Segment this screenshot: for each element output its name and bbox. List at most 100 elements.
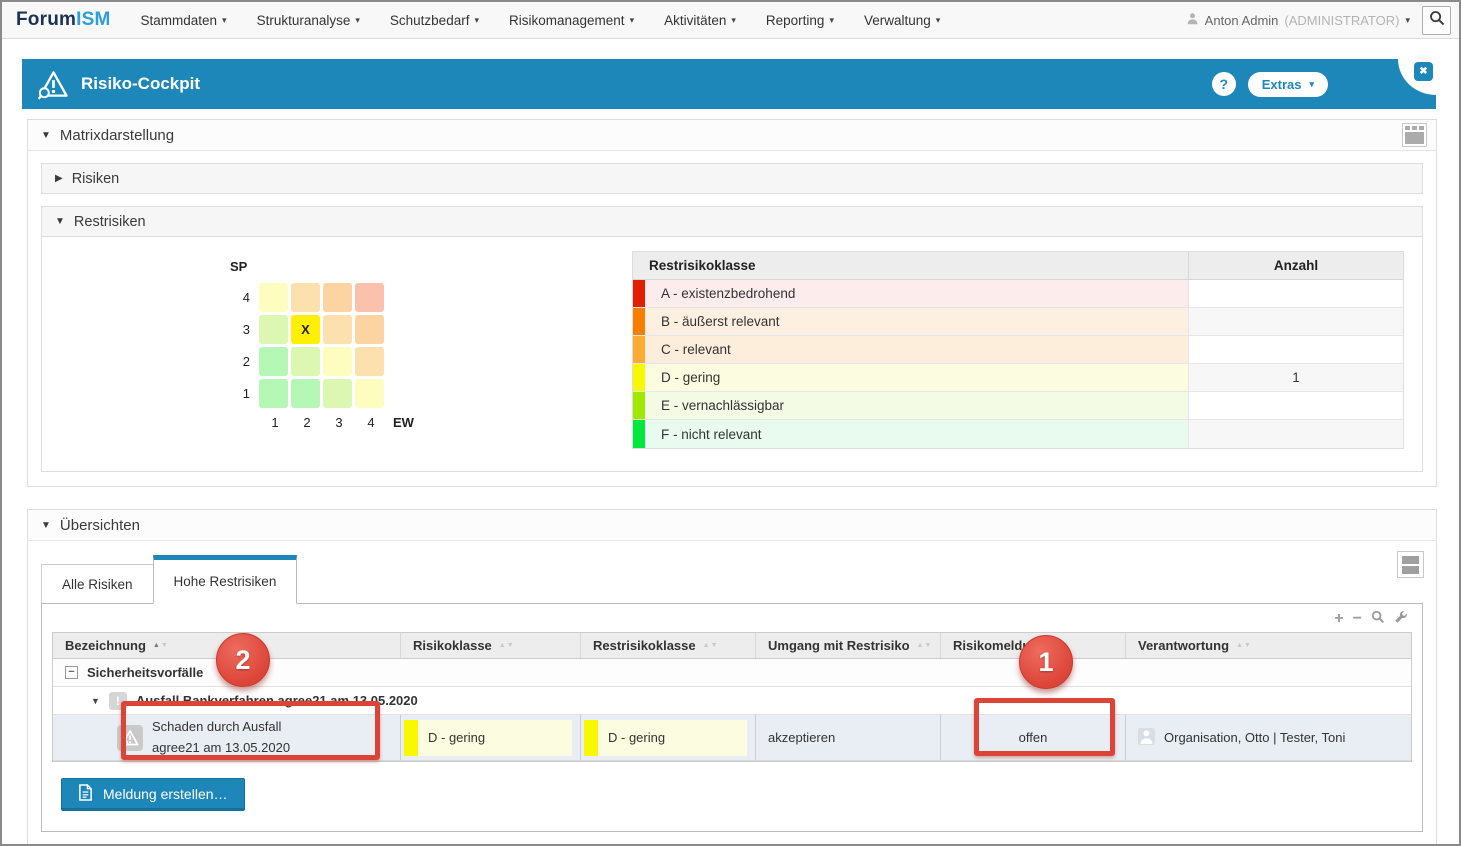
sort-up-icon: ▲ <box>499 642 506 649</box>
column-header-risikoklasse[interactable]: Risikoklasse ▲▼ <box>401 633 581 658</box>
riskclass-row: E - vernachlässigbar <box>633 392 1403 420</box>
matrix-row: 2 <box>230 347 414 376</box>
matrixdarstellung-section-header[interactable]: ▼ Matrixdarstellung <box>28 120 1436 151</box>
riskclass-label: A - existenzbedrohend <box>645 280 1188 307</box>
collapse-group-icon[interactable]: − <box>65 666 78 679</box>
expand-all-button[interactable]: + <box>1334 611 1343 627</box>
close-button[interactable]: ✖ <box>1414 62 1433 81</box>
search-button[interactable] <box>1422 6 1451 35</box>
matrix-cell <box>323 347 352 376</box>
menu-label: Aktivitäten <box>664 13 726 28</box>
column-header-umgang[interactable]: Umgang mit Restrisiko ▲▼ <box>756 633 941 658</box>
subpanel-title: Restrisiken <box>74 214 146 230</box>
column-header-verantwortung[interactable]: Verantwortung ▲▼ <box>1126 633 1411 658</box>
residual-risk-class-label: D - gering <box>598 720 747 756</box>
restrisiken-body: SP 4 3 X <box>42 236 1422 471</box>
table-search-button[interactable] <box>1371 610 1385 628</box>
chevron-down-icon: ▾ <box>1309 79 1314 90</box>
list-view-button[interactable] <box>1397 551 1424 578</box>
matrix-row: 3 X <box>230 315 414 344</box>
list-view-icon <box>1402 556 1419 564</box>
chevron-down-icon: ▾ <box>829 15 834 26</box>
menu-label: Schutzbedarf <box>390 13 470 28</box>
create-report-label: Meldung erstellen… <box>103 786 228 802</box>
user-menu[interactable]: Anton Admin (ADMINISTRATOR) ▾ <box>1186 11 1410 29</box>
app-logo[interactable]: ForumISM <box>16 9 111 31</box>
column-label: Verantwortung <box>1138 638 1229 653</box>
riskclass-row: C - relevant <box>633 336 1403 364</box>
menu-item-schutzbedarf[interactable]: Schutzbedarf▾ <box>390 13 479 28</box>
matrix-cell <box>291 283 320 312</box>
matrix-row-label: 2 <box>230 354 250 369</box>
matrix-cell <box>291 347 320 376</box>
sort-down-icon: ▼ <box>507 642 514 649</box>
riskclass-row: D - gering 1 <box>633 364 1403 392</box>
matrix-row: 4 <box>230 283 414 312</box>
section-title: Übersichten <box>60 517 140 534</box>
chevron-down-icon: ▾ <box>222 15 227 26</box>
help-button[interactable]: ? <box>1212 72 1236 96</box>
riskclass-label: D - gering <box>645 364 1188 391</box>
risk-matrix: SP 4 3 X <box>230 251 414 430</box>
riskclass-color-bar <box>633 420 645 448</box>
column-label: Umgang mit Restrisiko <box>768 638 910 653</box>
restrisiken-subpanel-header[interactable]: ▼ Restrisiken <box>42 207 1422 236</box>
logo-part-ism: ISM <box>76 9 110 30</box>
tab-label: Alle Risiken <box>62 577 133 592</box>
risk-class-label: D - gering <box>418 720 572 756</box>
chevron-down-icon: ▾ <box>1405 15 1410 26</box>
uebersichten-section-header[interactable]: ▼ Übersichten <box>28 510 1436 541</box>
uebersichten-tabs: Alle Risiken Hohe Restrisiken <box>41 541 1423 603</box>
collapse-all-button[interactable]: − <box>1353 611 1362 627</box>
column-label: Bezeichnung <box>65 638 146 653</box>
annotation-marker-2: 2 <box>216 633 270 687</box>
riskclass-label: F - nicht relevant <box>645 420 1188 448</box>
subpanel-title: Risiken <box>72 171 120 187</box>
chevron-down-icon: ▾ <box>630 15 635 26</box>
triangle-down-icon: ▼ <box>41 130 51 141</box>
menu-item-stammdaten[interactable]: Stammdaten▾ <box>141 13 227 28</box>
menu-item-risikomanagement[interactable]: Risikomanagement▾ <box>509 13 634 28</box>
search-icon <box>1371 610 1385 628</box>
tab-alle-risiken[interactable]: Alle Risiken <box>41 564 153 604</box>
riskclass-color-bar <box>633 308 645 335</box>
menu-item-reporting[interactable]: Reporting▾ <box>766 13 834 28</box>
table-settings-button[interactable] <box>1394 610 1408 628</box>
menu-label: Strukturanalyse <box>257 13 351 28</box>
create-report-button[interactable]: Meldung erstellen… <box>61 778 245 811</box>
riskclass-color-bar <box>633 364 645 391</box>
risiken-subpanel-header[interactable]: ▶ Risiken <box>42 164 1422 193</box>
extras-label: Extras <box>1262 77 1302 92</box>
page-title: Risiko-Cockpit <box>81 74 200 94</box>
matrix-cell <box>323 379 352 408</box>
menu-item-strukturanalyse[interactable]: Strukturanalyse▾ <box>257 13 360 28</box>
matrix-y-axis-label: SP <box>230 259 414 274</box>
column-label: Risikoklasse <box>413 638 492 653</box>
risk-cockpit-icon <box>38 69 69 100</box>
sort-up-icon: ▲ <box>703 642 710 649</box>
column-header-restrisikoklasse[interactable]: Restrisikoklasse ▲▼ <box>581 633 756 658</box>
risk-class-chip: D - gering <box>404 720 572 756</box>
sort-up-icon: ▲ <box>1236 642 1243 649</box>
table-view-button[interactable] <box>1402 123 1427 147</box>
sort-down-icon: ▼ <box>711 642 718 649</box>
residual-risk-class-color-bar <box>584 720 598 756</box>
cell-verantwortung: Organisation, Otto | Tester, Toni <box>1126 715 1411 760</box>
wrench-icon <box>1394 610 1408 628</box>
tab-hohe-restrisiken[interactable]: Hohe Restrisiken <box>153 555 298 604</box>
question-mark-icon: ? <box>1219 76 1228 92</box>
app-window: ForumISM Stammdaten▾ Strukturanalyse▾ Sc… <box>0 0 1461 846</box>
sort-icons: ▲▼ <box>1236 642 1251 649</box>
triangle-down-icon: ▼ <box>55 216 65 227</box>
annotation-rect-offen <box>974 698 1115 756</box>
matrix-row-label: 3 <box>230 322 250 337</box>
tab-label: Hohe Restrisiken <box>174 574 277 589</box>
extras-button[interactable]: Extras ▾ <box>1248 72 1328 97</box>
matrix-col-label: 3 <box>323 415 355 430</box>
menu-item-aktivitaeten[interactable]: Aktivitäten▾ <box>664 13 736 28</box>
triangle-down-icon[interactable]: ▼ <box>91 696 100 706</box>
sort-icons: ▲▼ <box>917 642 932 649</box>
matrix-cell <box>355 379 384 408</box>
riskclass-row: B - äußerst relevant <box>633 308 1403 336</box>
menu-item-verwaltung[interactable]: Verwaltung▾ <box>864 13 940 28</box>
